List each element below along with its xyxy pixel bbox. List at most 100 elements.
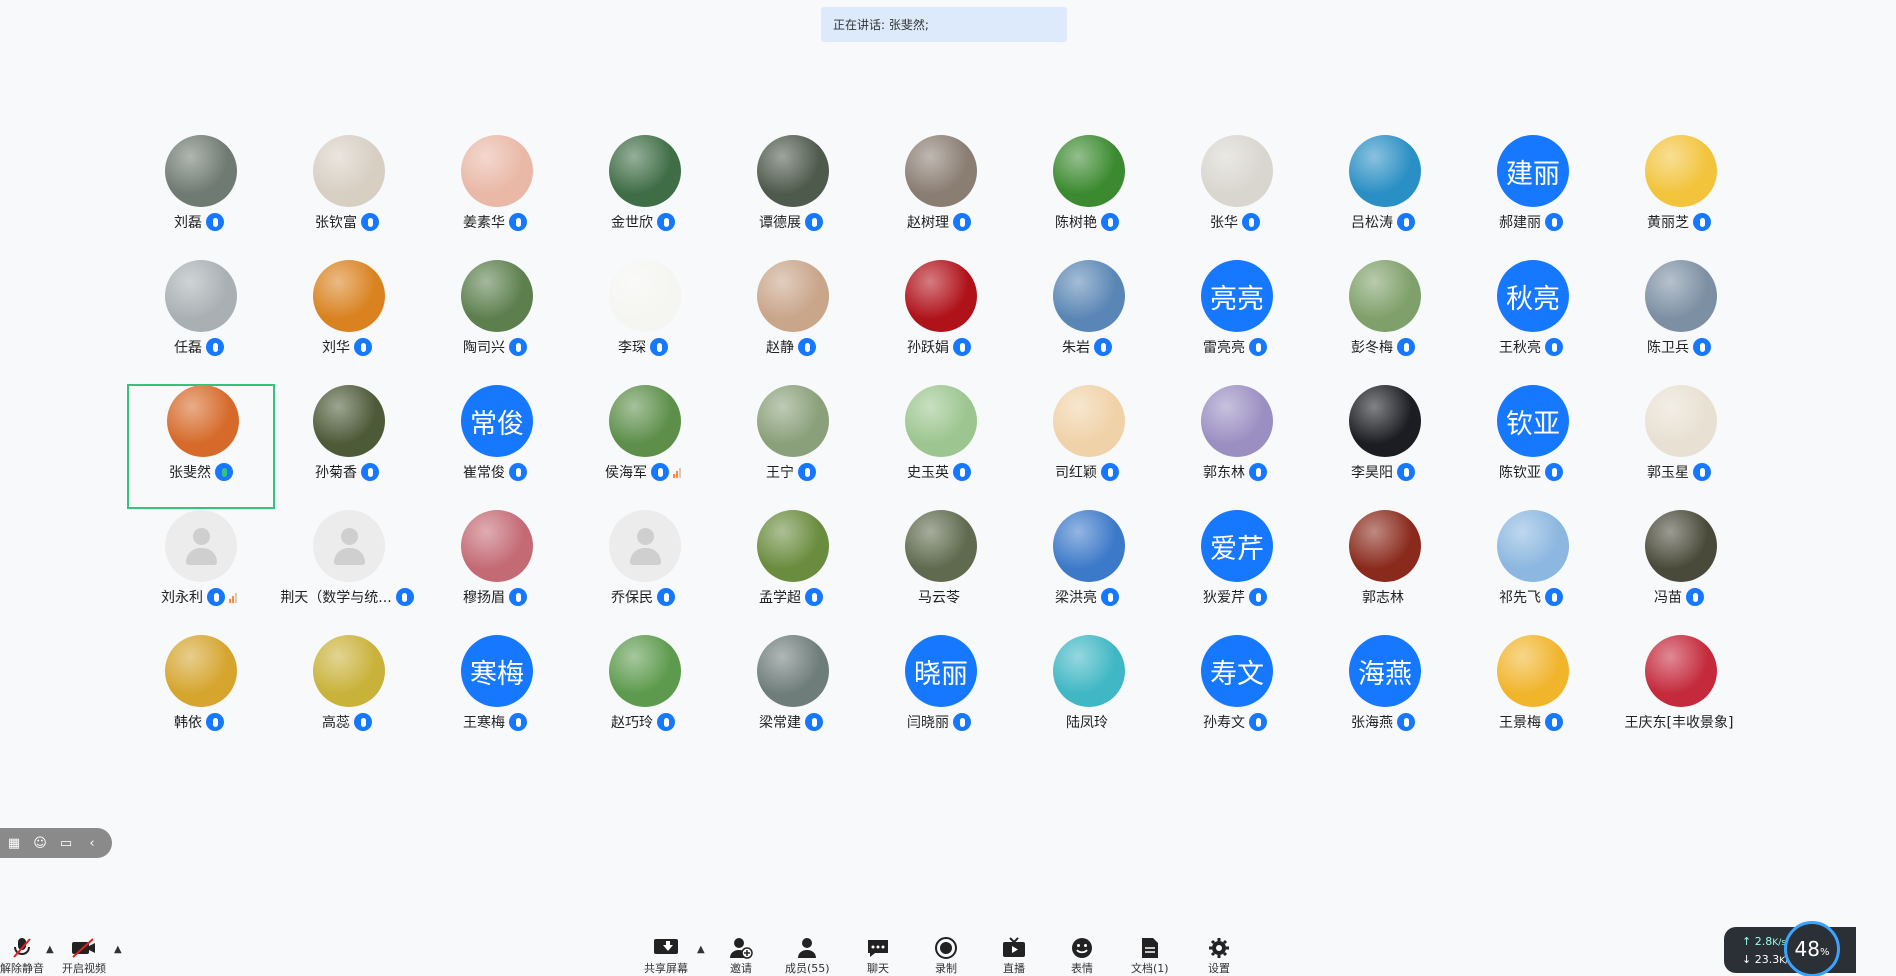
participant-tile[interactable]: 秋亮 王秋亮 [1457, 259, 1605, 384]
participant-name: 金世欣 [611, 215, 653, 231]
participant-name: 高蕊 [322, 715, 350, 731]
participant-tile[interactable]: 赵巧玲 [569, 634, 717, 759]
participant-tile[interactable]: 马云苓 [865, 509, 1013, 634]
share-options-caret[interactable]: ▲ [697, 944, 705, 955]
avatar-initials: 钦亚 [1506, 408, 1560, 440]
participant-name: 郭志林 [1362, 590, 1404, 606]
participant-tile[interactable]: 张斐然 [127, 384, 275, 509]
layout-icon[interactable]: ▦ [6, 835, 22, 851]
participant-tile[interactable]: 寒梅 王寒梅 [421, 634, 569, 759]
mic-off-icon [9, 936, 35, 960]
participant-tile[interactable]: 陈树艳 [1013, 134, 1161, 259]
participant-tile[interactable]: 赵树理 [865, 134, 1013, 259]
participant-tile[interactable]: 陈卫兵 [1605, 259, 1753, 384]
participant-tile[interactable]: 荆天（数学与统... [273, 509, 421, 634]
participant-tile[interactable]: 张华 [1161, 134, 1309, 259]
speaking-banner: 正在讲话: 张斐然; [821, 7, 1067, 42]
share-screen-button[interactable]: 共享屏幕 [644, 936, 688, 976]
emoji-button[interactable]: 表情 [1069, 936, 1095, 976]
record-button[interactable]: 录制 [933, 936, 959, 976]
participant-tile[interactable]: 钦亚 陈钦亚 [1457, 384, 1605, 509]
participant-name: 闫晓丽 [907, 715, 949, 731]
mic-icon [1101, 463, 1119, 481]
participant-name-row: 刘磊 [125, 212, 273, 232]
collapse-icon[interactable]: ‹ [84, 835, 100, 851]
chat-bubble-icon[interactable]: ▭ [58, 835, 74, 851]
participant-tile[interactable]: 赵静 [717, 259, 865, 384]
settings-button[interactable]: 设置 [1206, 936, 1232, 976]
live-button[interactable]: 直播 [1001, 936, 1027, 976]
participant-name: 张海燕 [1351, 715, 1393, 731]
participant-name-row: 李昊阳 [1309, 462, 1457, 482]
avatar [757, 385, 829, 457]
participant-tile[interactable]: 寿文 孙寿文 [1161, 634, 1309, 759]
mic-icon [953, 463, 971, 481]
participant-tile[interactable]: 朱岩 [1013, 259, 1161, 384]
participant-name-row: 韩依 [125, 712, 273, 732]
participant-tile[interactable]: 黄丽芝 [1605, 134, 1753, 259]
mic-icon [509, 588, 527, 606]
participant-tile[interactable]: 梁常建 [717, 634, 865, 759]
participant-tile[interactable]: 冯苗 [1605, 509, 1753, 634]
participant-tile[interactable]: 李昊阳 [1309, 384, 1457, 509]
avatar [1053, 260, 1125, 332]
participant-tile[interactable]: 郭东林 [1161, 384, 1309, 509]
participant-tile[interactable]: 刘永利 [125, 509, 273, 634]
participant-name-row: 狄爱芹 [1161, 587, 1309, 607]
participant-tile[interactable]: 张钦富 [273, 134, 421, 259]
participant-tile[interactable]: 海燕 张海燕 [1309, 634, 1457, 759]
participant-tile[interactable]: 彭冬梅 [1309, 259, 1457, 384]
participant-tile[interactable]: 晓丽 闫晓丽 [865, 634, 1013, 759]
participant-tile[interactable]: 爱芹 狄爱芹 [1161, 509, 1309, 634]
participant-tile[interactable]: 常俊 崔常俊 [421, 384, 569, 509]
mic-icon [657, 713, 675, 731]
participant-tile[interactable]: 陆凤玲 [1013, 634, 1161, 759]
participant-tile[interactable]: 谭德展 [717, 134, 865, 259]
participant-tile[interactable]: 孙跃娟 [865, 259, 1013, 384]
participant-tile[interactable]: 孙菊香 [273, 384, 421, 509]
participant-tile[interactable]: 王庆东[丰收景象] [1605, 634, 1753, 759]
participant-tile[interactable]: 乔保民 [569, 509, 717, 634]
participant-tile[interactable]: 孟学超 [717, 509, 865, 634]
participant-tile[interactable]: 任磊 [125, 259, 273, 384]
unmute-button[interactable]: 解除静音 [0, 936, 44, 976]
invite-button[interactable]: 邀请 [728, 936, 754, 976]
participant-tile[interactable]: 金世欣 [569, 134, 717, 259]
participant-tile[interactable]: 吕松涛 [1309, 134, 1457, 259]
reaction-icon[interactable]: ☺ [32, 835, 48, 851]
participant-tile[interactable]: 王景梅 [1457, 634, 1605, 759]
chat-button[interactable]: 聊天 [865, 936, 891, 976]
participant-tile[interactable]: 史玉英 [865, 384, 1013, 509]
participant-tile[interactable]: 郭志林 [1309, 509, 1457, 634]
avatar [609, 635, 681, 707]
participant-name: 王寒梅 [463, 715, 505, 731]
avatar [757, 635, 829, 707]
documents-button[interactable]: 文档(1) [1131, 936, 1169, 976]
participant-tile[interactable]: 高蕊 [273, 634, 421, 759]
participant-tile[interactable]: 李琛 [569, 259, 717, 384]
mic-icon [395, 588, 414, 606]
participant-name-row: 王景梅 [1457, 712, 1605, 732]
participant-tile[interactable]: 梁洪亮 [1013, 509, 1161, 634]
participant-tile[interactable]: 姜素华 [421, 134, 569, 259]
members-button[interactable]: 成员(55) [785, 936, 830, 976]
participant-tile[interactable]: 刘磊 [125, 134, 273, 259]
video-options-caret[interactable]: ▲ [114, 944, 122, 955]
participant-tile[interactable]: 韩依 [125, 634, 273, 759]
participant-tile[interactable]: 陶司兴 [421, 259, 569, 384]
participant-tile[interactable]: 侯海军 [569, 384, 717, 509]
avatar: 晓丽 [905, 635, 977, 707]
participant-name: 刘永利 [161, 590, 203, 606]
audio-options-caret[interactable]: ▲ [46, 944, 54, 955]
emoji-icon [1069, 936, 1095, 960]
avatar [1053, 635, 1125, 707]
participant-tile[interactable]: 郭玉星 [1605, 384, 1753, 509]
participant-tile[interactable]: 建丽 郝建丽 [1457, 134, 1605, 259]
participant-tile[interactable]: 王宁 [717, 384, 865, 509]
participant-tile[interactable]: 祁先飞 [1457, 509, 1605, 634]
participant-tile[interactable]: 司红颖 [1013, 384, 1161, 509]
participant-tile[interactable]: 刘华 [273, 259, 421, 384]
participant-tile[interactable]: 亮亮 雷亮亮 [1161, 259, 1309, 384]
start-video-button[interactable]: 开启视频 [62, 936, 106, 976]
participant-tile[interactable]: 穆扬眉 [421, 509, 569, 634]
